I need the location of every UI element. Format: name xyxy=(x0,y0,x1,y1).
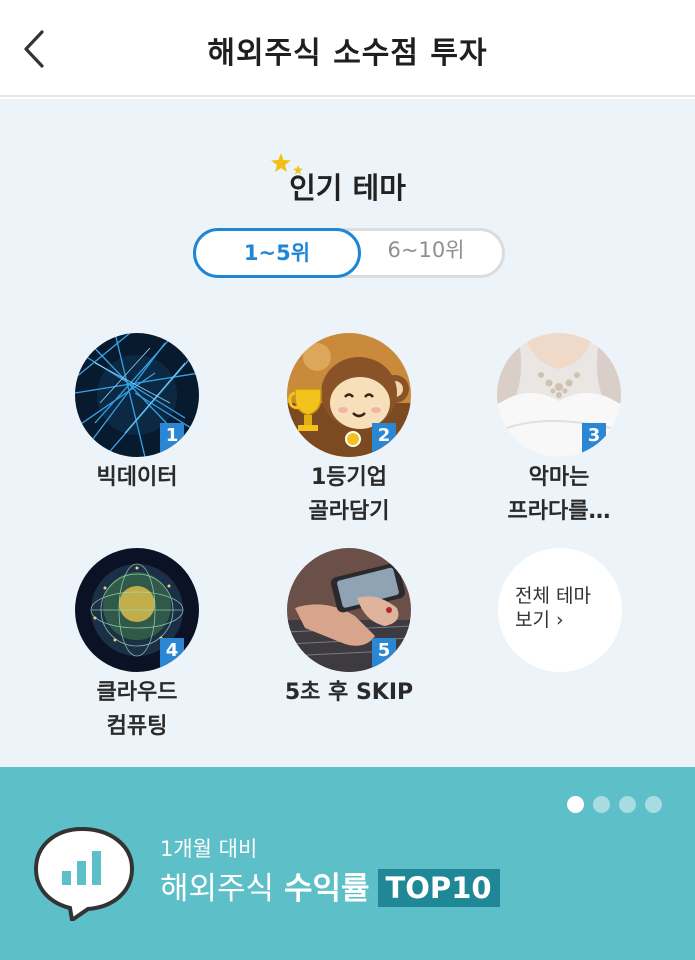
rank-badge: 1 xyxy=(160,423,184,453)
tab-rank-6-10[interactable]: 6~10위 xyxy=(356,228,496,278)
theme-item-top-company[interactable]: 2 1등기업 골라담기 xyxy=(249,333,449,529)
rank-badge: 3 xyxy=(582,423,606,453)
rank-tab-toggle: 1~5위 6~10위 xyxy=(193,228,505,278)
banner-title: 해외주식 수익률 TOP10 xyxy=(160,863,500,908)
carousel-dot[interactable] xyxy=(619,796,636,813)
theme-label: 클라우드 컴퓨팅 xyxy=(96,680,178,739)
page-title: 해외주식 소수점 투자 xyxy=(207,36,488,71)
rank-badge: 5 xyxy=(372,638,396,668)
view-all-themes-button[interactable]: 전체 테마 보기 › xyxy=(498,548,622,672)
theme-image-fashion: 3 xyxy=(497,333,621,457)
theme-image-big-data: 1 xyxy=(75,333,199,457)
carousel-dot[interactable] xyxy=(645,796,662,813)
popular-theme-section: 인기 테마 1~5위 6~10위 1 빅데이터 2 1등기업 골라담기 3 악마… xyxy=(0,99,695,767)
theme-image-monkey-trophy: 2 xyxy=(287,333,411,457)
theme-item-prada[interactable]: 3 악마는 프라다를… xyxy=(459,333,659,529)
theme-item-cloud-computing[interactable]: 4 클라우드 컴퓨팅 xyxy=(37,548,237,744)
theme-item-5sec-skip[interactable]: 5 5초 후 SKIP xyxy=(249,548,449,710)
rank-badge: 2 xyxy=(372,423,396,453)
view-all-themes-label: 전체 테마 보기 › xyxy=(515,585,591,631)
chart-bubble-icon xyxy=(33,826,135,921)
carousel-indicator xyxy=(567,796,662,813)
rank-badge: 4 xyxy=(160,638,184,668)
theme-label: 5초 후 SKIP xyxy=(284,680,414,705)
top10-badge: TOP10 xyxy=(377,869,500,907)
theme-label: 악마는 프라다를… xyxy=(507,465,611,524)
theme-item-big-data[interactable]: 1 빅데이터 xyxy=(37,333,237,495)
top10-return-banner[interactable]: 1개월 대비 해외주식 수익률 TOP10 xyxy=(0,767,695,960)
carousel-dot[interactable] xyxy=(593,796,610,813)
section-title: 인기 테마 xyxy=(289,171,406,205)
theme-image-cloud: 4 xyxy=(75,548,199,672)
theme-label: 1등기업 골라담기 xyxy=(308,465,390,524)
app-header: 해외주식 소수점 투자 xyxy=(0,0,695,97)
theme-label: 빅데이터 xyxy=(96,465,178,490)
tab-rank-1-5[interactable]: 1~5위 xyxy=(193,228,361,278)
theme-image-smartphone: 5 xyxy=(287,548,411,672)
banner-subtitle: 1개월 대비 xyxy=(160,837,258,861)
carousel-dot[interactable] xyxy=(567,796,584,813)
